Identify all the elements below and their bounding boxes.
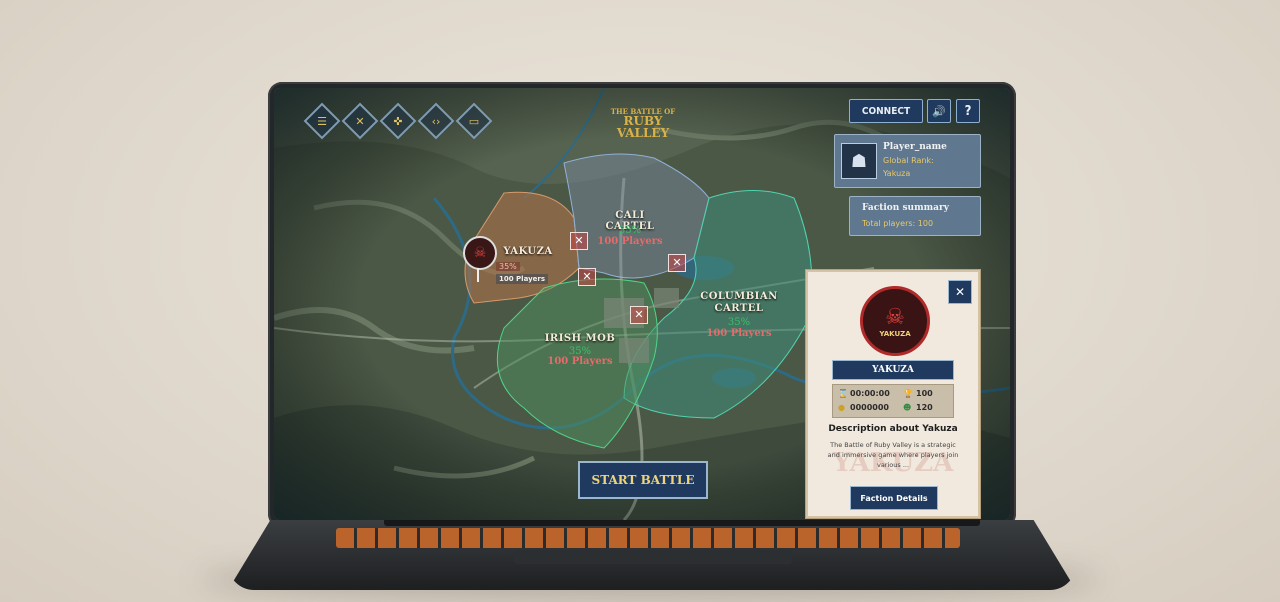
coin-icon: ● xyxy=(838,403,845,412)
close-button[interactable]: ✕ xyxy=(948,280,972,304)
description-title: Description about Yakuza xyxy=(828,424,958,434)
description-line1: The Battle of Ruby Valley is a strategic xyxy=(830,441,956,449)
total-players: Total players: 100 xyxy=(862,219,934,228)
demon-mask-icon: ☠ xyxy=(885,304,905,330)
hourglass-icon: ⌛ xyxy=(838,389,848,398)
columbian-line2: CARTEL xyxy=(714,303,764,314)
game-logo: THE BATTLE OF RUBY VALLEY xyxy=(600,108,686,139)
laptop-keyboard xyxy=(336,528,960,548)
faction-summary-panel[interactable]: Faction summary Total players: 100 xyxy=(849,196,981,236)
faction-title-banner: YAKUZA xyxy=(832,360,954,380)
faction-details-button[interactable]: Faction Details xyxy=(850,486,938,510)
faction-emblem: ☠ YAKUZA xyxy=(860,286,930,356)
avatar: ☗ xyxy=(841,143,877,179)
timer-value: 00:00:00 xyxy=(850,389,890,398)
stats-box: ⌛ 00:00:00 🏆 100 ● 0000000 ☻ 120 xyxy=(832,384,954,418)
battle-swords-icon[interactable]: ✕ xyxy=(668,254,686,272)
irish-mob-players: 100 Players xyxy=(547,356,613,367)
game-screen: ☰ ✕ ✜ ‹› ▭ THE BATTLE OF RUBY VALLEY CON… xyxy=(274,88,1010,520)
player-panel[interactable]: ☗ Player_name Global Rank: Yakuza xyxy=(834,134,981,188)
connect-button[interactable]: CONNECT xyxy=(849,99,923,123)
cali-cartel-percent: 35% xyxy=(618,225,642,236)
description-line3: various ... xyxy=(876,461,910,469)
description-text: The Battle of Ruby Valley is a strategic… xyxy=(814,440,972,470)
emblem-text: YAKUZA xyxy=(879,329,911,338)
faction-card: YAKUZA ✕ ☠ YAKUZA YAKUZA ⌛ 00:00:00 🏆 10… xyxy=(806,270,980,518)
global-rank-label: Global Rank: xyxy=(883,156,934,165)
cali-cartel-players: 100 Players xyxy=(597,236,663,247)
yakuza-players: 100 Players xyxy=(496,274,549,284)
battle-swords-icon[interactable]: ✕ xyxy=(570,232,588,250)
trophy-icon: 🏆 xyxy=(903,389,913,398)
columbian-line1: COLUMBIAN xyxy=(700,291,778,302)
members-value: 120 xyxy=(916,403,933,412)
faction-summary-title: Faction summary xyxy=(862,203,949,213)
global-rank-value: Yakuza xyxy=(883,169,911,178)
faction-label-irish-mob[interactable]: IRISH MOB xyxy=(540,333,620,344)
start-battle-label: START BATTLE xyxy=(591,473,695,487)
coins-value: 0000000 xyxy=(850,403,889,412)
close-icon: ✕ xyxy=(954,285,966,299)
battle-swords-icon[interactable]: ✕ xyxy=(630,306,648,324)
columbian-cartel-percent: 35% xyxy=(727,317,751,328)
columbian-cartel-players: 100 Players xyxy=(706,328,772,339)
logo-line2: RUBY VALLEY xyxy=(616,114,670,140)
battle-swords-icon[interactable]: ✕ xyxy=(578,268,596,286)
yakuza-percent: 35% xyxy=(496,262,520,271)
speaker-icon[interactable]: 🔊 xyxy=(927,99,951,123)
description-line2: and immersive game where players join xyxy=(827,451,959,459)
laptop-trackpad xyxy=(514,550,792,564)
marker-pin-icon xyxy=(477,268,479,282)
start-battle-button[interactable]: START BATTLE xyxy=(578,461,708,499)
yakuza-map-marker[interactable]: ☠ xyxy=(463,236,497,270)
faction-label-yakuza[interactable]: YAKUZA xyxy=(492,246,564,257)
faction-label-columbian-cartel[interactable]: COLUMBIAN CARTEL xyxy=(699,291,779,315)
faction-title: YAKUZA xyxy=(872,365,914,375)
trophy-value: 100 xyxy=(916,389,933,398)
members-icon: ☻ xyxy=(903,403,912,412)
help-button[interactable]: ? xyxy=(956,99,980,123)
player-name: Player_name xyxy=(883,142,947,152)
